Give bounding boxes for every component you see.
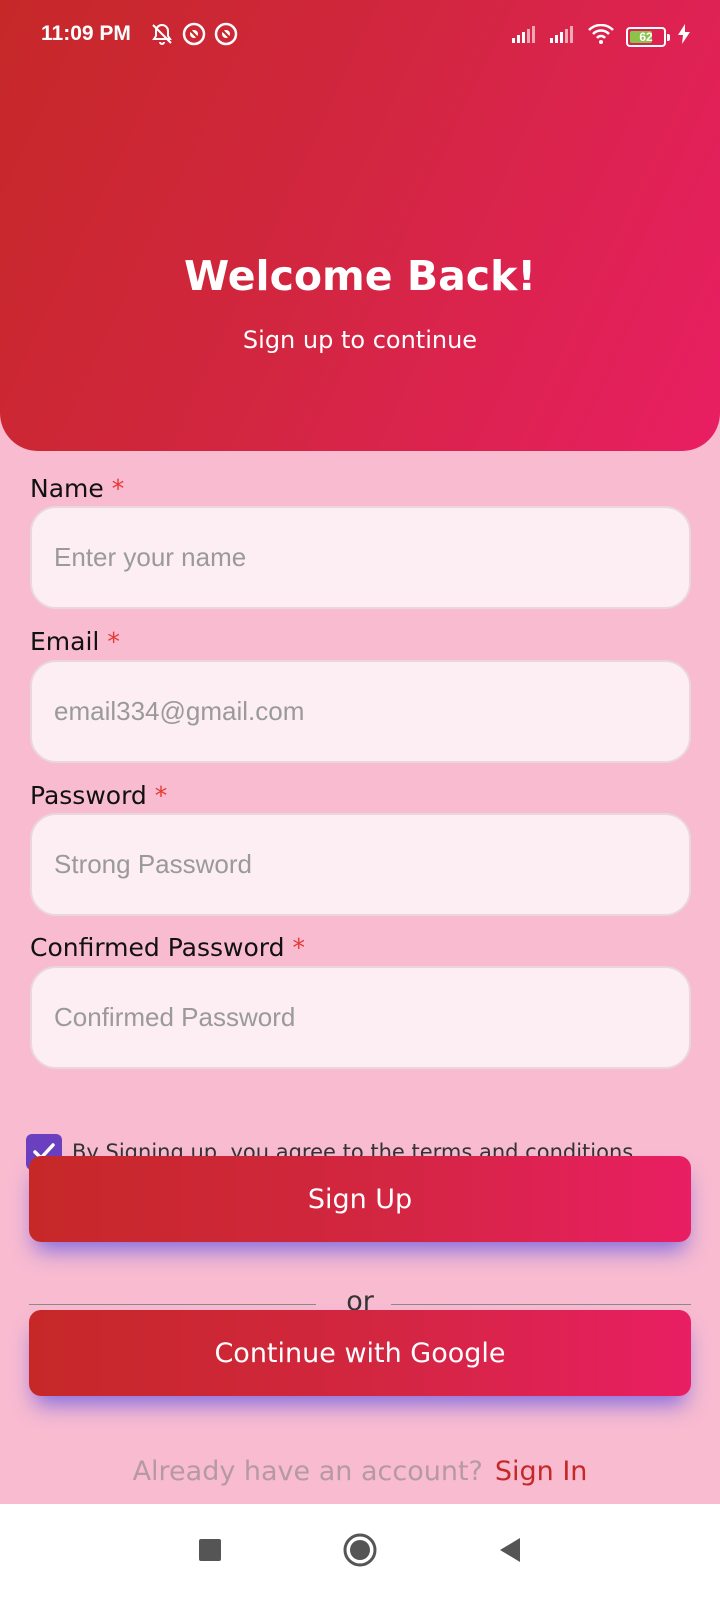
page-title: Welcome Back! [183,252,537,300]
password-input[interactable] [54,849,689,880]
password-label: Password * [30,781,167,810]
required-mark: * [107,627,120,656]
app-notification-icon [182,22,206,51]
status-bar: 11:09 PM 62 [0,0,720,70]
divider-line-right [391,1304,691,1305]
name-field-box[interactable] [30,506,691,609]
password-label-text: Password [30,781,147,810]
signin-row: Already have an account? Sign In [0,1456,720,1487]
name-label-text: Name [30,474,104,503]
page-subtitle: Sign up to continue [242,326,478,354]
signin-link[interactable]: Sign In [495,1456,588,1487]
signal-icon [512,25,538,48]
name-input[interactable] [54,542,689,573]
required-mark: * [292,933,306,962]
bell-off-icon [150,22,174,51]
confirm-password-input[interactable] [54,1002,689,1033]
confirm-password-field-box[interactable] [30,966,691,1069]
email-input[interactable] [54,696,689,727]
email-label-text: Email [30,627,100,656]
signin-prompt: Already have an account? [132,1456,483,1487]
back-icon[interactable] [498,1536,522,1568]
signal-icon [550,25,576,48]
app-notification-icon [214,22,238,51]
name-label: Name * [30,474,124,503]
password-field-box[interactable] [30,813,691,916]
email-label: Email * [30,627,120,656]
status-notification-icons [150,22,238,51]
recent-apps-icon[interactable] [198,1538,222,1566]
required-mark: * [154,781,168,810]
confirm-password-label: Confirmed Password * [30,933,305,962]
email-field-box[interactable] [30,660,691,763]
status-system-icons: 62 [512,23,690,49]
signup-button[interactable]: Sign Up [29,1156,691,1242]
confirm-password-label-text: Confirmed Password [30,933,285,962]
status-time: 11:09 PM [41,22,131,45]
charging-bolt-icon [678,24,690,49]
home-icon[interactable] [342,1532,378,1572]
wifi-icon [588,23,614,49]
battery-level: 62 [639,29,653,44]
required-mark: * [111,474,125,503]
battery-icon: 62 [626,26,670,47]
google-signin-button[interactable]: Continue with Google [29,1310,691,1396]
navigation-bar [0,1504,720,1600]
